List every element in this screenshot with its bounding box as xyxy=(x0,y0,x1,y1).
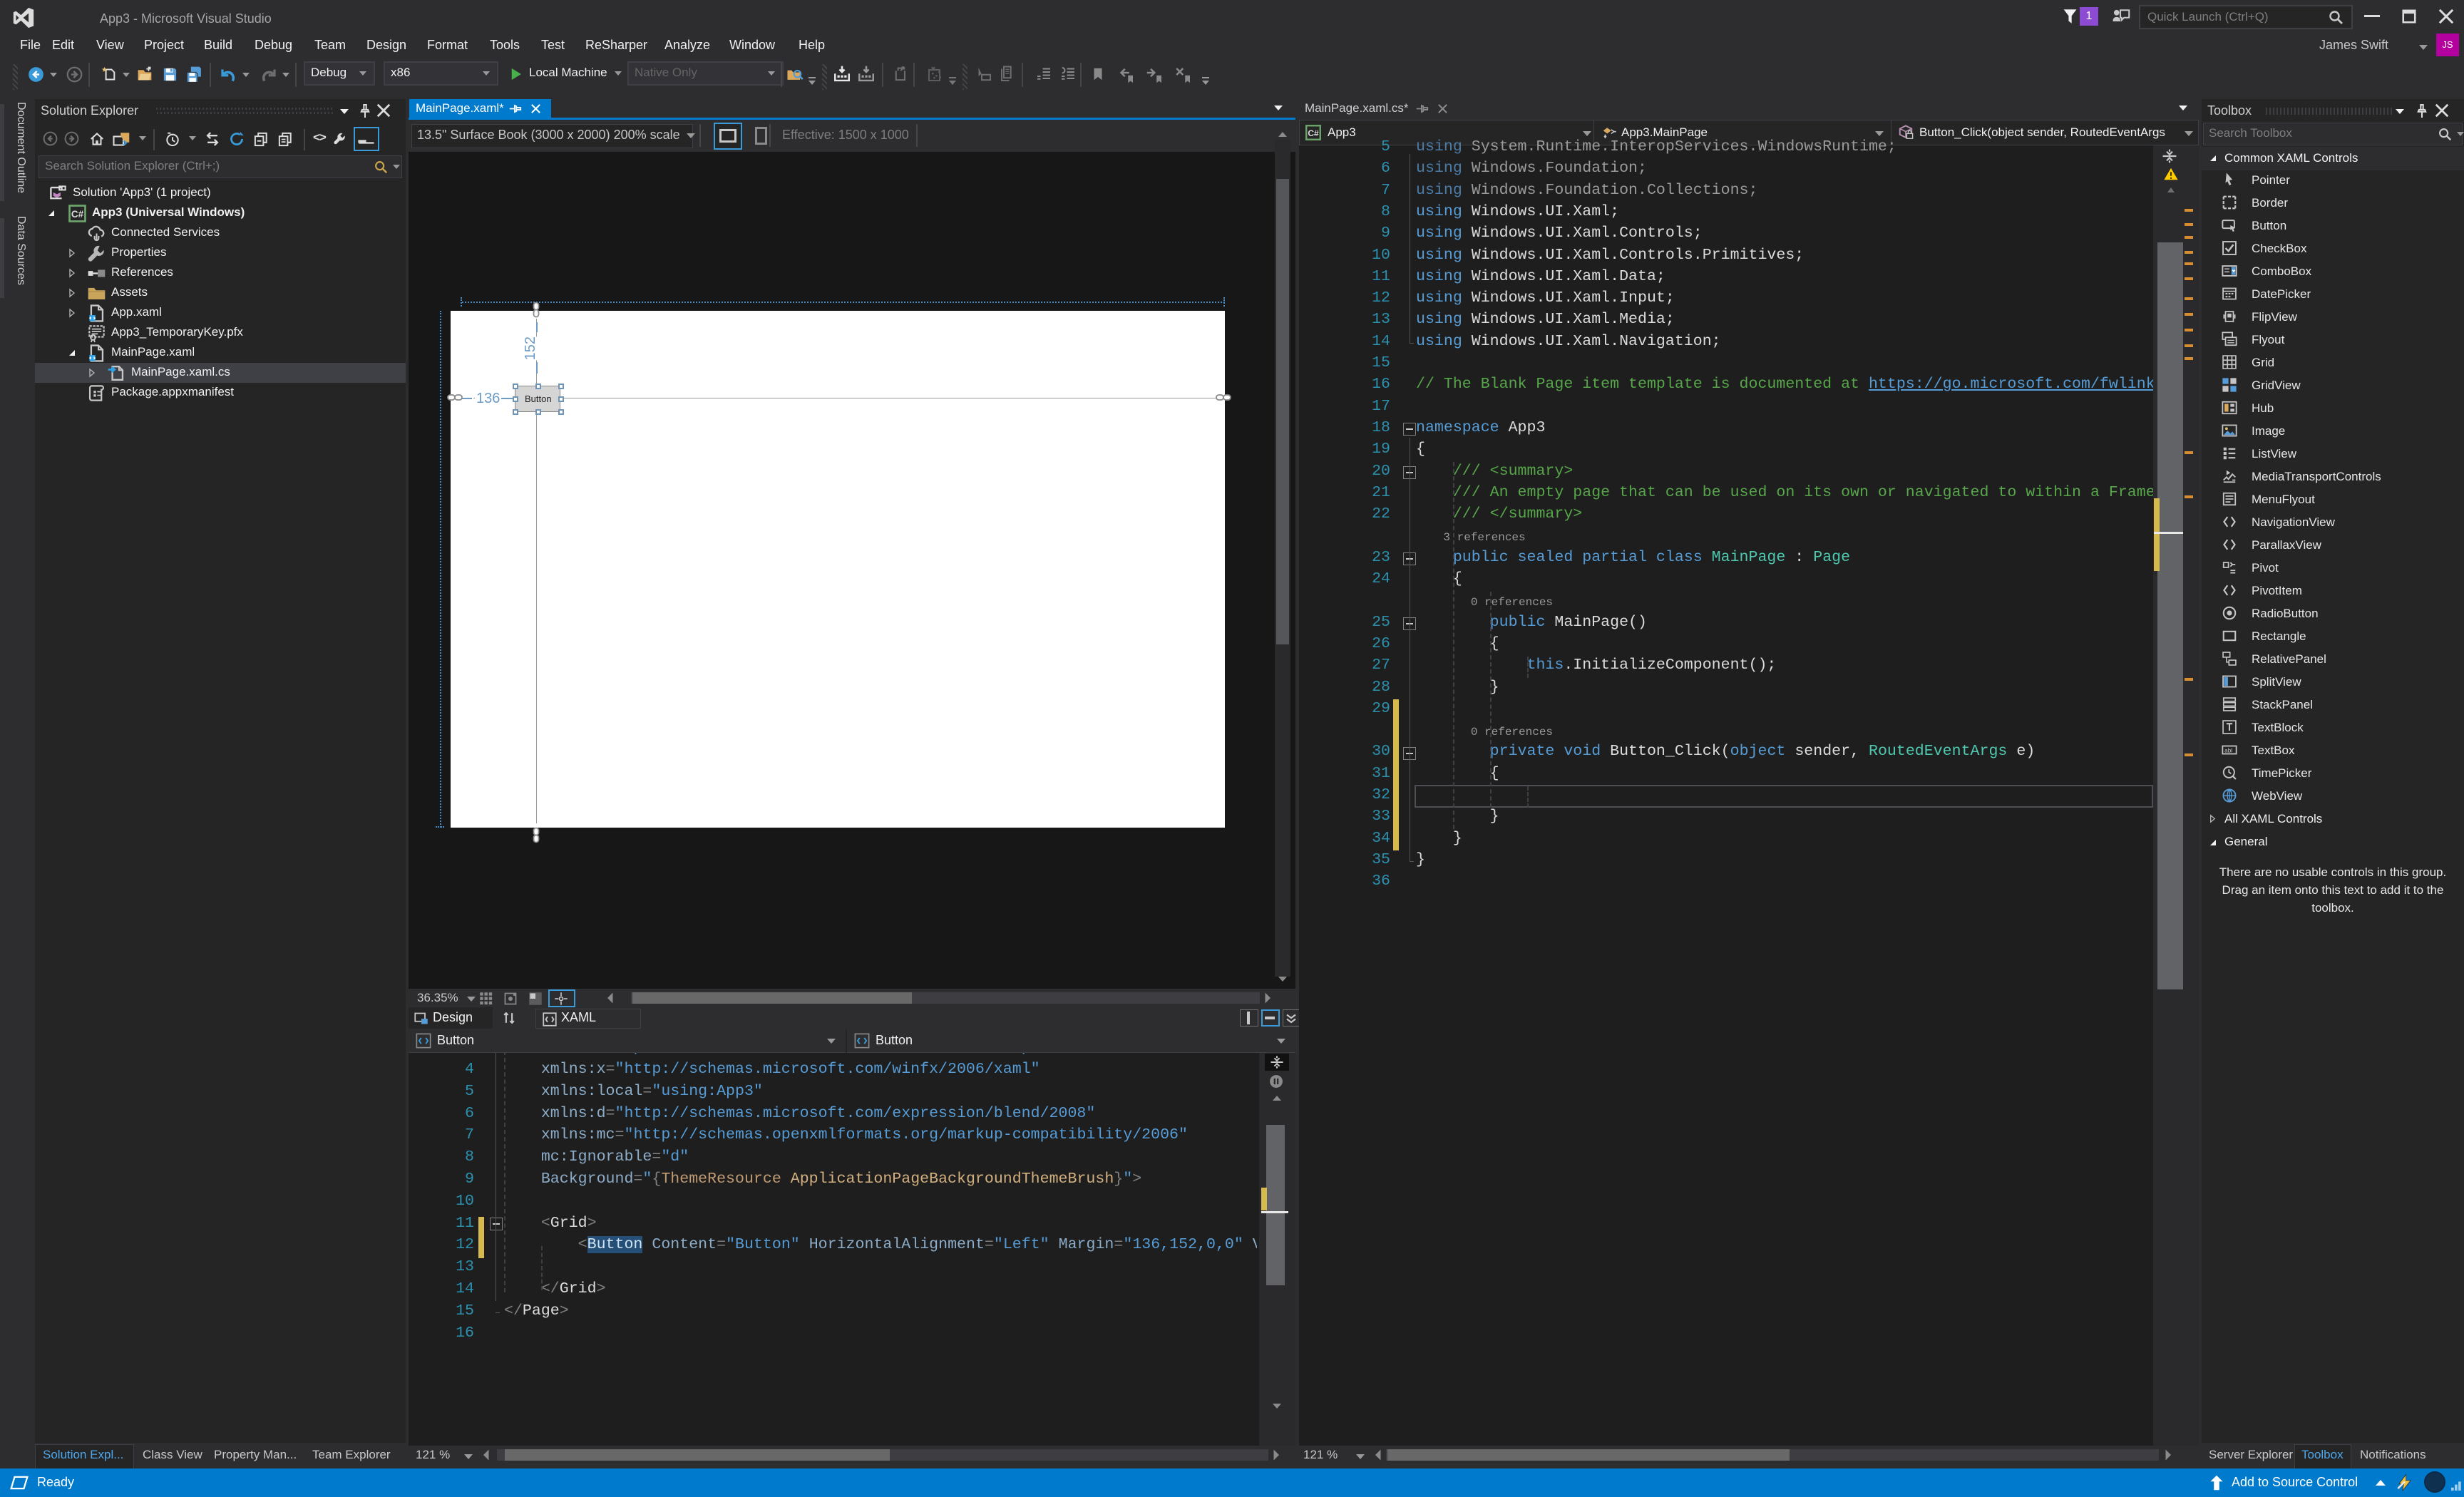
svg-text:C#: C# xyxy=(71,209,84,220)
svg-text:C#: C# xyxy=(1308,128,1319,138)
svg-text:abl: abl xyxy=(2224,748,2232,754)
